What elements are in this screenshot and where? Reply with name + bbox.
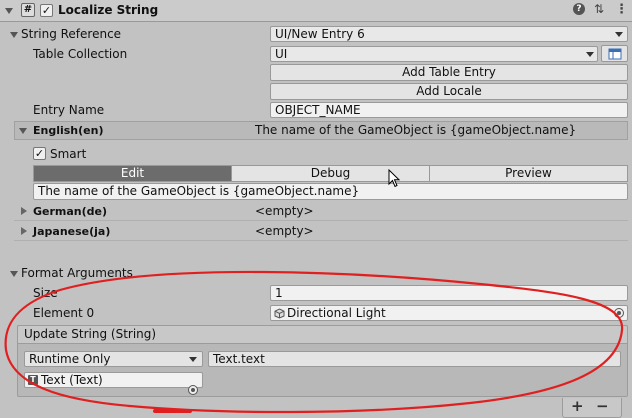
object-picker-icon[interactable] [614, 308, 624, 318]
size-label: Size [33, 286, 58, 300]
open-table-window-button[interactable] [601, 45, 628, 62]
tab-edit[interactable]: Edit [34, 166, 232, 181]
english-text-value: The name of the GameObject is {gameObjec… [38, 184, 360, 198]
string-reference-dropdown[interactable]: UI/New Entry 6 [270, 26, 628, 42]
element0-label: Element 0 [33, 306, 95, 320]
english-mode-tabs: Edit Debug Preview [33, 165, 628, 182]
japanese-foldout-icon[interactable] [21, 227, 27, 235]
chevron-down-icon [615, 32, 623, 37]
size-value: 1 [275, 286, 283, 300]
add-table-entry-button[interactable]: Add Table Entry [270, 64, 628, 81]
function-dropdown[interactable]: Text.text [208, 351, 621, 367]
format-arguments-label: Format Arguments [21, 266, 133, 280]
component-title: Localize String [58, 3, 159, 17]
text-component-icon: T [28, 375, 38, 385]
japanese-value: <empty> [255, 224, 314, 238]
entry-name-label: Entry Name [33, 103, 105, 117]
element0-object-field[interactable]: Directional Light [270, 305, 628, 321]
format-arguments-foldout-icon[interactable] [10, 271, 18, 277]
german-value: <empty> [255, 204, 314, 218]
runtime-mode-dropdown[interactable]: Runtime Only [24, 351, 203, 367]
remove-listener-button[interactable]: − [596, 397, 609, 415]
menu-icon[interactable]: ⋮ [615, 2, 628, 17]
help-icon[interactable]: ? [573, 3, 585, 15]
entry-name-value: OBJECT_NAME [275, 103, 361, 117]
preset-icon[interactable]: ⇅ [594, 2, 604, 16]
component-enabled-checkbox[interactable]: ✓ [40, 4, 53, 17]
entry-name-input[interactable]: OBJECT_NAME [270, 102, 628, 118]
german-foldout-icon[interactable] [21, 207, 27, 215]
string-reference-value: UI/New Entry 6 [275, 27, 365, 41]
element0-value: Directional Light [287, 306, 386, 320]
size-input[interactable]: 1 [270, 285, 628, 301]
japanese-locale-label: Japanese(ja) [33, 225, 111, 238]
object-picker-icon[interactable] [188, 385, 198, 395]
english-text-area[interactable]: The name of the GameObject is {gameObjec… [33, 183, 628, 200]
english-foldout-icon[interactable] [19, 128, 27, 134]
mouse-cursor-icon [388, 169, 401, 188]
script-hash-icon: # [21, 3, 35, 17]
table-collection-value: UI [275, 47, 288, 61]
runtime-mode-value: Runtime Only [29, 352, 111, 366]
chevron-down-icon [189, 357, 197, 362]
update-string-title: Update String (String) [24, 327, 157, 341]
english-locale-label: English(en) [33, 124, 104, 137]
function-value: Text.text [213, 352, 265, 366]
string-reference-label: String Reference [21, 27, 122, 41]
target-object-field[interactable]: Text (Text) [24, 372, 203, 388]
chevron-down-icon [586, 52, 594, 57]
english-preview-text: The name of the GameObject is {gameObjec… [255, 123, 577, 137]
table-window-icon [608, 48, 621, 60]
add-listener-button[interactable]: + [571, 397, 584, 415]
add-locale-button[interactable]: Add Locale [270, 83, 628, 100]
smart-checkbox[interactable]: ✓ [33, 147, 46, 160]
string-reference-foldout-icon[interactable] [10, 32, 18, 38]
tab-preview[interactable]: Preview [430, 166, 627, 181]
table-collection-dropdown[interactable]: UI [270, 46, 598, 62]
table-collection-label: Table Collection [33, 47, 128, 61]
gameobject-icon [274, 308, 285, 319]
german-locale-label: German(de) [33, 205, 108, 218]
target-object-value: Text (Text) [41, 373, 103, 387]
collapse-arrow-icon[interactable] [5, 8, 13, 14]
smart-label: Smart [50, 147, 87, 161]
